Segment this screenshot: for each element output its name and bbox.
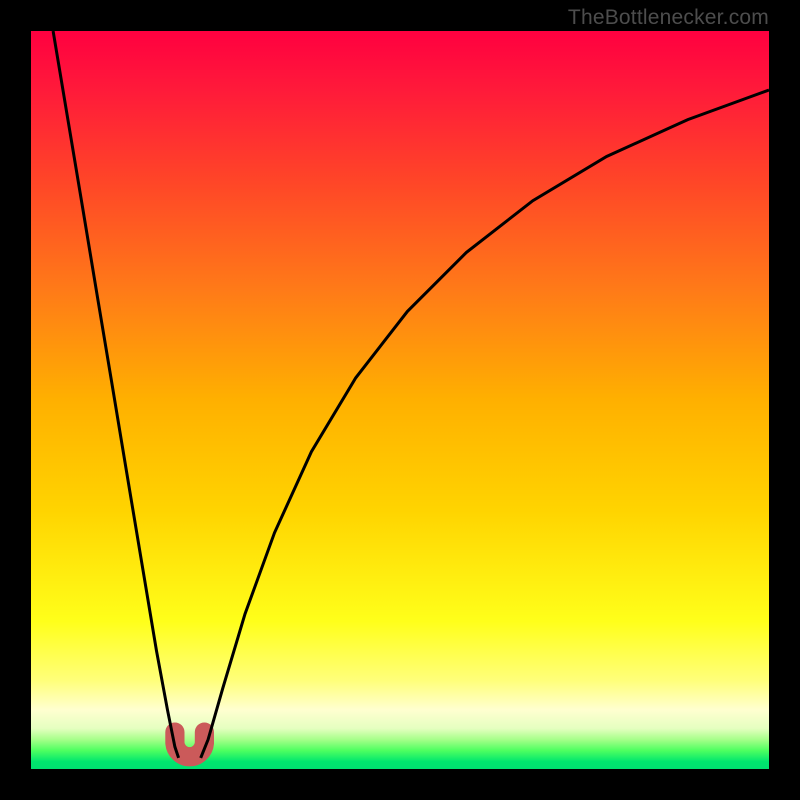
- heat-gradient: [31, 31, 769, 769]
- watermark-text: TheBottlenecker.com: [568, 6, 769, 30]
- chart-svg: [31, 31, 769, 769]
- chart-frame: TheBottlenecker.com: [0, 0, 800, 800]
- plot-area: [31, 31, 769, 769]
